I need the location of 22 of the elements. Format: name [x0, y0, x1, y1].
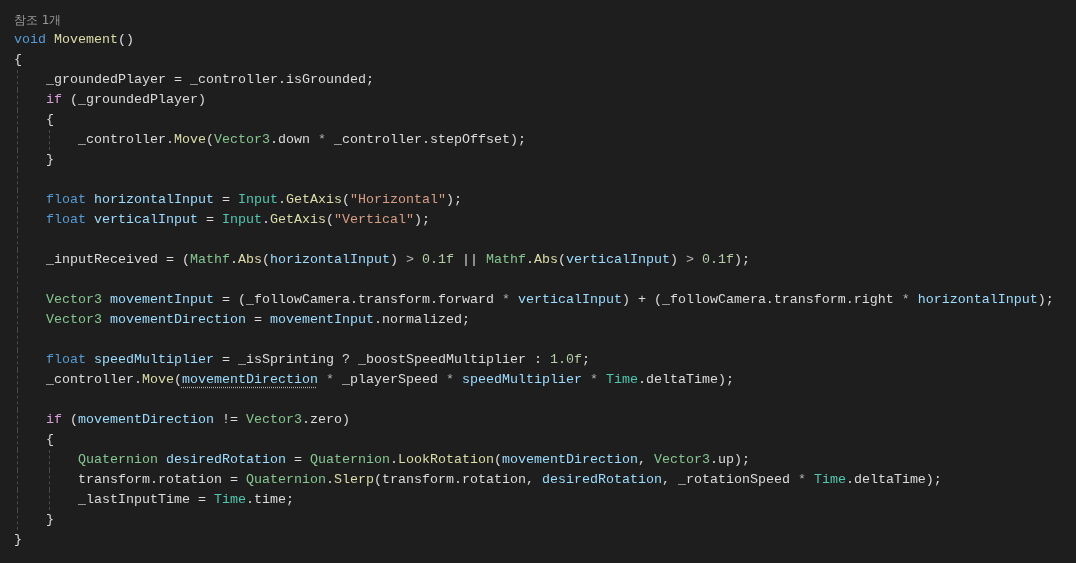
code-line: _controller.Move(Vector3.down * _controller.stepOffset); — [78, 131, 526, 149]
code-line: if (movementDirection != Vector3.zero) — [46, 411, 350, 429]
code-line: Vector3 movementInput = (_followCamera.transform.forward * verticalInput) + (_followCamera.transform.right * horizontalInput); — [46, 291, 1054, 309]
code-line: _inputReceived = (Mathf.Abs(horizontalInput) > 0.1f || Mathf.Abs(verticalInput) > 0.1f); — [46, 251, 750, 269]
code-line: _controller.Move(movementDirection * _playerSpeed * speedMultiplier * Time.deltaTime); — [46, 371, 734, 389]
code-line: { — [46, 111, 54, 129]
code-line: transform.rotation = Quaternion.Slerp(transform.rotation, desiredRotation, _rotationSpeed * Time.deltaTime); — [78, 471, 942, 489]
code-line: _groundedPlayer = _controller.isGrounded; — [46, 71, 374, 89]
code-line: float speedMultiplier = _isSprinting ? _boostSpeedMultiplier : 1.0f; — [46, 351, 590, 369]
code-line: } — [46, 511, 54, 529]
code-line: Vector3 movementDirection = movementInput.normalized; — [46, 311, 470, 329]
code-line: if (_groundedPlayer) — [46, 91, 206, 109]
code-line: } — [46, 151, 54, 169]
code-line: { — [46, 431, 54, 449]
code-line: } — [14, 531, 22, 549]
reference-count-link[interactable]: 참조 1개 — [14, 10, 62, 30]
code-line: _lastInputTime = Time.time; — [78, 491, 294, 509]
code-line: { — [14, 51, 22, 69]
code-line: float verticalInput = Input.GetAxis("Vertical"); — [46, 211, 430, 229]
code-line: float horizontalInput = Input.GetAxis("Horizontal"); — [46, 191, 462, 209]
code-line: Quaternion desiredRotation = Quaternion.LookRotation(movementDirection, Vector3.up); — [78, 451, 750, 469]
code-line: void Movement() — [14, 31, 134, 49]
